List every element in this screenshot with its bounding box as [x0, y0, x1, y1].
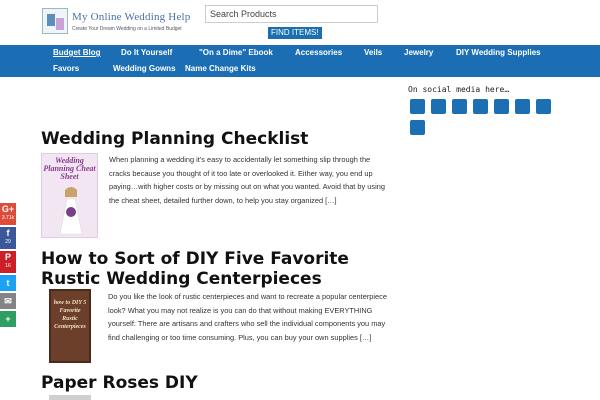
nav-item-accessories[interactable]: Accessories	[295, 48, 342, 57]
nav-item-veils[interactable]: Veils	[364, 48, 382, 57]
google-plus-share-button[interactable]: G+ 3.71k	[0, 203, 16, 225]
nav-item-name-change-kits[interactable]: Name Change Kits	[185, 64, 256, 73]
social-button[interactable]	[515, 99, 530, 114]
post-title[interactable]: Wedding Planning Checklist	[41, 129, 381, 149]
email-share-button[interactable]: ✉	[0, 293, 16, 309]
social-button[interactable]	[494, 99, 509, 114]
social-media-heading: On social media here…	[408, 85, 510, 94]
social-button[interactable]	[410, 120, 425, 135]
pinterest-share-button[interactable]: P 16	[0, 251, 16, 273]
social-button[interactable]	[452, 99, 467, 114]
site-logo[interactable]: My Online Wedding Help Create Your Dream…	[42, 8, 202, 38]
nav-item-ebook[interactable]: "On a Dime" Ebook	[199, 48, 273, 57]
facebook-share-button[interactable]: f 29	[0, 227, 16, 249]
social-button[interactable]	[536, 99, 551, 114]
facebook-icon: f	[6, 228, 10, 238]
twitter-share-button[interactable]: t	[0, 275, 16, 291]
pinterest-icon: P	[4, 252, 11, 262]
social-button[interactable]	[410, 99, 425, 114]
email-icon: ✉	[4, 296, 12, 306]
find-items-button[interactable]: FIND ITEMS!	[268, 27, 322, 39]
logo-title: My Online Wedding Help	[72, 11, 191, 23]
google-plus-icon: G+	[1, 204, 15, 214]
more-share-button[interactable]: +	[0, 311, 16, 327]
post-thumbnail[interactable]	[49, 395, 91, 400]
thumbnail-text: how to DIY 5 Favorite Rustic Centerpiece…	[53, 300, 87, 330]
nav-item-favors[interactable]: Favors	[53, 64, 79, 73]
social-button[interactable]	[431, 99, 446, 114]
logo-tagline: Create Your Dream Wedding on a Limited B…	[72, 26, 182, 32]
post-excerpt: Do you like the look of rustic centerpie…	[108, 292, 387, 342]
nav-item-budget-blog[interactable]: Budget Blog	[53, 48, 101, 57]
bride-illustration	[59, 187, 83, 235]
nav-item-diy-wedding-supplies[interactable]: DIY Wedding Supplies	[456, 48, 541, 57]
main-nav: Budget Blog Do It Yourself "On a Dime" E…	[0, 45, 600, 77]
post-thumbnail[interactable]: how to DIY 5 Favorite Rustic Centerpiece…	[49, 289, 91, 363]
twitter-icon: t	[6, 278, 10, 288]
post-title[interactable]: Paper Roses DIY	[41, 373, 341, 393]
thumbnail-text: Wedding Planning Cheat Sheet	[43, 156, 96, 181]
post-title[interactable]: How to Sort of DIY Five Favorite Rustic …	[41, 249, 391, 289]
search-input[interactable]	[205, 5, 378, 23]
nav-item-do-it-yourself[interactable]: Do It Yourself	[121, 48, 172, 57]
social-button[interactable]	[473, 99, 488, 114]
more-share-icon: +	[5, 314, 11, 324]
google-plus-count: 3.71k	[1, 215, 15, 221]
nav-item-jewelry[interactable]: Jewelry	[404, 48, 433, 57]
post-thumbnail[interactable]: Wedding Planning Cheat Sheet	[41, 153, 98, 238]
pinterest-count: 16	[5, 263, 11, 269]
facebook-count: 29	[5, 239, 11, 245]
post-excerpt: When planning a wedding it’s easy to acc…	[109, 155, 385, 205]
nav-item-wedding-gowns[interactable]: Wedding Gowns	[113, 64, 176, 73]
logo-image	[42, 8, 68, 34]
